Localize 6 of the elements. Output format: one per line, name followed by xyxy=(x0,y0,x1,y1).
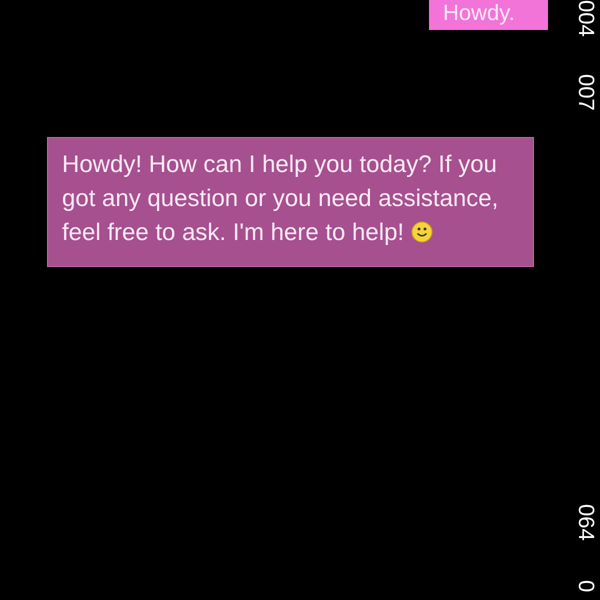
sent-message-bubble: Howdy. xyxy=(429,0,548,30)
side-label: 004 xyxy=(574,0,598,37)
side-label: 0 xyxy=(574,580,598,592)
side-label: 064 xyxy=(574,504,598,541)
reply-message-bubble: Howdy! How can I help you today? If you got any question or you need assistance, feel free to ask. I'm here to help! xyxy=(47,137,534,267)
side-label: 007 xyxy=(574,74,598,111)
